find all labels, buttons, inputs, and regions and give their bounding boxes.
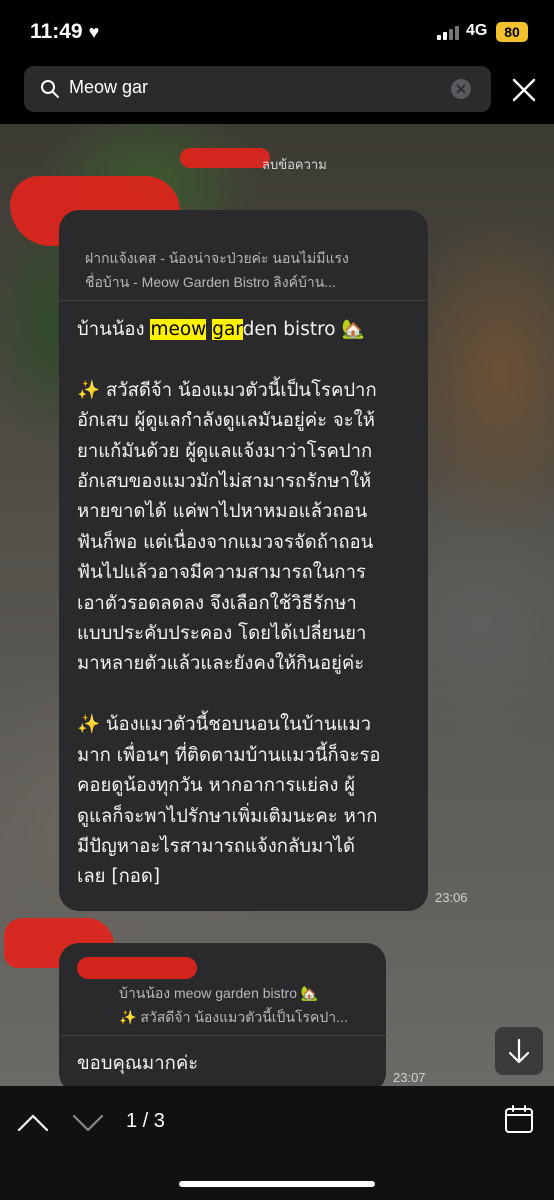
home-indicator[interactable] [179,1181,375,1187]
scroll-down-button[interactable] [495,1027,543,1075]
timestamp: 23:07 [393,1070,426,1085]
message-line: มาก เพื่อนๆ ที่ติดตามบ้านแมวนี้ก็จะรอ [77,744,381,766]
search-icon [41,80,59,98]
message-line: เลย [กอด] [77,866,161,888]
message-line: ✨ สวัสดีจ้า น้องแมวตัวนี้เป็นโรคปาก [77,379,377,401]
search-bar[interactable]: Meow gar × [24,66,491,112]
message-line: มาหลายตัวแล้วและยังคงให้กินอยู่ค่ะ [77,653,365,675]
close-icon[interactable] [510,76,538,104]
message-bubble[interactable]: ฝากแจ้งเคส - น้องน่าจะป่วยค่ะ นอนไม่มีแร… [59,210,428,911]
status-time: 11:49 ♥ [30,20,99,44]
message-line: ดูแลก็จะพาไปรักษาเพิ่มเติมนะคะ หาก [77,805,378,827]
message-title: บ้านน้อง meow garden bistro 🏡 [77,319,365,340]
message-bubble[interactable]: บ้านน้อง meow garden bistro 🏡 ✨ สวัสดีจ้… [59,943,386,1086]
reply-line: ฝากแจ้งเคส - น้องน่าจะป่วยค่ะ นอนไม่มีแร… [85,250,349,266]
message-line: ฟันไปแล้วอาจมีความสามารถในการ [77,562,366,584]
redaction-mark [77,957,197,979]
reply-line: บ้านน้อง meow garden bistro 🏡 [119,985,319,1001]
battery-icon: 80 [496,22,528,42]
result-counter: 1 / 3 [126,1110,165,1132]
redaction-mark [180,148,270,168]
message-line: หายขาดได้ แค่พาไปหาหมอแล้วถอน [77,501,368,523]
message-line: เอาตัวรอดลดลง จึงเลือกใช้วิธีรักษา [77,592,357,614]
message-line: อักเสบของแมวมักไม่สามารถรักษาให้ [77,471,372,493]
clear-search-icon[interactable]: × [451,79,471,99]
calendar-icon[interactable] [504,1104,534,1134]
clock-text: 11:49 [30,20,83,43]
divider [59,300,428,301]
network-type: 4G [466,22,488,39]
message-line: มีปัญหาอะไรสามารถแจ้งกลับมาได้ [77,835,355,857]
search-input[interactable]: Meow gar [69,77,148,98]
divider [59,1035,386,1036]
search-highlight: meow [150,319,207,340]
message-line: อักเสบ ผู้ดูแลกำลังดูแลมันอยู่ค่ะ จะให้ [77,410,375,432]
chevron-down-icon[interactable] [71,1110,105,1134]
signal-icon [437,26,461,40]
arrow-down-icon [508,1038,530,1064]
chevron-up-icon[interactable] [16,1110,50,1134]
heart-icon: ♥ [88,22,100,42]
message-paragraph: ✨ สวัสดีจ้า น้องแมวตัวนี้เป็นโรคปากอักเส… [77,376,422,680]
message-line: ฟันก็พอ แต่เนื่องจากแมวจรจัดถ้าถอน [77,531,374,553]
reply-line: ชื่อบ้าน - Meow Garden Bistro ลิงค์บ้าน.… [85,274,336,290]
reply-line: ✨ สวัสดีจ้า น้องแมวตัวนี้เป็นโรคปา... [119,1009,348,1025]
message-line: แบบประคับประคอง โดยได้เปลี่ยนยา [77,623,367,645]
reply-quote[interactable]: บ้านน้อง meow garden bistro 🏡 ✨ สวัสดีจ้… [119,983,399,1029]
status-bar: 11:49 ♥ 4G 80 [0,0,554,64]
message-line: ยาแก้มันด้วย ผู้ดูแลแจ้งมาว่าโรคปาก [77,440,373,462]
search-highlight: gar [212,319,243,340]
message-line: ✨ น้องแมวตัวนี้ชอบนอนในบ้านแมว [77,714,372,736]
timestamp: 23:06 [435,890,468,905]
chat-area[interactable]: ลบข้อความ ฝากแจ้งเคส - น้องน่าจะป่วยค่ะ … [0,124,554,1086]
message-text: บ้านน้อง meow garden bistro 🏡 ✨ สวัสดีจ้… [77,315,422,893]
message-line: คอยดูน้องทุกวัน หากอาการแย่ลง ผู้ [77,775,356,797]
sender-note: ลบข้อความ [262,157,327,172]
message-paragraph: ✨ น้องแมวตัวนี้ชอบนอนในบ้านแมวมาก เพื่อน… [77,710,422,892]
reply-quote[interactable]: ฝากแจ้งเคส - น้องน่าจะป่วยค่ะ นอนไม่มีแร… [85,248,415,294]
message-text: ขอบคุณมากค่ะ [77,1053,199,1074]
